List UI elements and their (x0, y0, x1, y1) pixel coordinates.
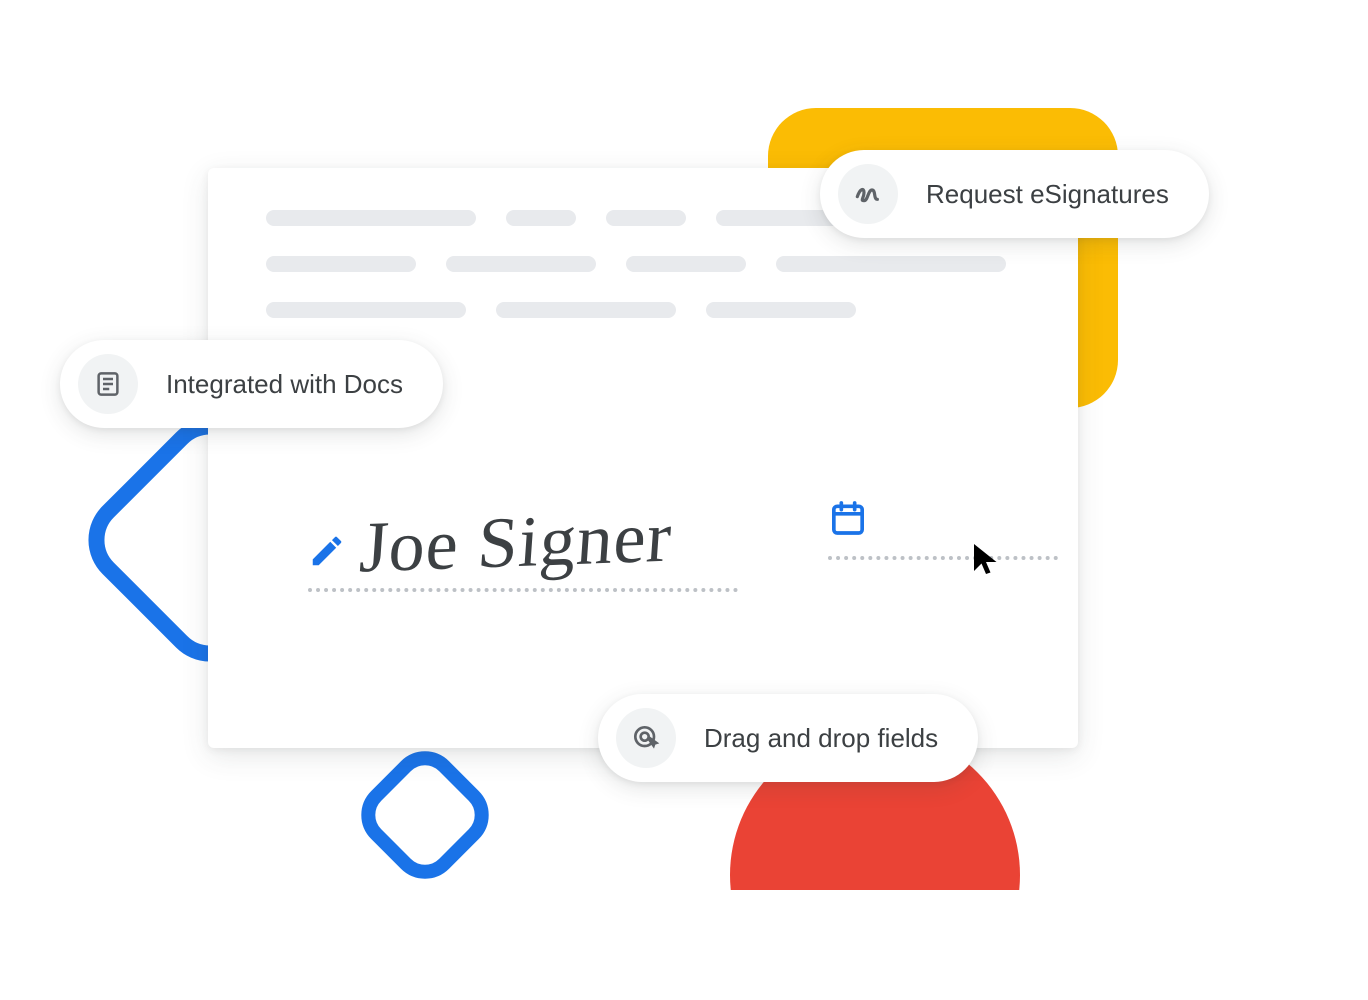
cursor-icon (968, 538, 1004, 580)
signature-field[interactable]: Joe Signer (308, 498, 738, 592)
drag-and-drop-fields-pill[interactable]: Drag and drop fields (598, 694, 978, 782)
pill-label: Request eSignatures (926, 179, 1169, 210)
esignature-promo-graphic: Joe Signer Request eSignatures (0, 0, 1368, 1000)
pill-label: Drag and drop fields (704, 723, 938, 754)
request-esignatures-pill[interactable]: Request eSignatures (820, 150, 1209, 238)
signature-name: Joe Signer (358, 500, 675, 583)
document-card: Joe Signer (208, 168, 1078, 748)
scribble-icon (838, 164, 898, 224)
date-field[interactable] (828, 498, 1058, 592)
calendar-icon (828, 498, 1058, 538)
document-icon (78, 354, 138, 414)
pill-label: Integrated with Docs (166, 369, 403, 400)
target-click-icon (616, 708, 676, 768)
crop-mask (0, 890, 1368, 1000)
integrated-with-docs-pill[interactable]: Integrated with Docs (60, 340, 443, 428)
pen-icon (308, 532, 346, 570)
decor-blue-diamond-small (347, 737, 503, 893)
